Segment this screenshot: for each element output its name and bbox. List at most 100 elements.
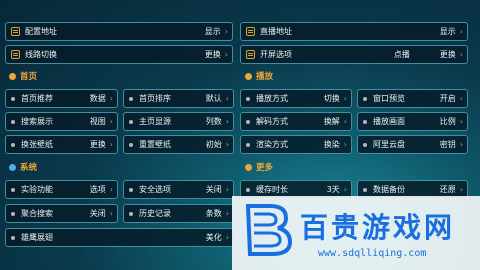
section-more: 更多	[245, 161, 273, 173]
chevron-right-icon: ›	[343, 185, 347, 194]
row-value: 显示	[439, 27, 456, 36]
chevron-right-icon: ›	[225, 209, 229, 218]
bullet-icon	[11, 235, 15, 240]
config-icon	[11, 27, 20, 36]
chevron-right-icon: ›	[109, 140, 113, 149]
item-value: 切换	[323, 94, 340, 103]
item-label: 聚合搜索	[21, 209, 53, 218]
play-mode-item[interactable]: 播放方式 切换 ›	[240, 89, 352, 108]
chevron-right-icon: ›	[109, 94, 113, 103]
bullet-icon	[11, 96, 15, 101]
item-value: 换染	[323, 140, 340, 149]
live-address-row[interactable]: 直播地址 显示 ›	[240, 22, 468, 41]
bullet-icon	[129, 142, 133, 147]
config-address-row[interactable]: 配置地址 显示 ›	[5, 22, 233, 41]
chevron-right-icon: ›	[109, 117, 113, 126]
row-value: 点播	[393, 50, 410, 59]
chevron-right-icon: ›	[225, 185, 229, 194]
chevron-right-icon: ›	[343, 140, 347, 149]
section-system: 系统	[9, 161, 37, 173]
chevron-right-icon: ›	[109, 185, 113, 194]
chevron-right-icon: ›	[225, 94, 229, 103]
item-value: 视图	[89, 117, 106, 126]
home-source-item[interactable]: 主页显源 列数 ›	[123, 112, 234, 131]
bullet-icon	[129, 211, 133, 216]
system-icon	[9, 163, 16, 171]
aggregate-search-item[interactable]: 聚合搜索 关闭 ›	[5, 204, 118, 223]
switch-icon	[11, 50, 20, 59]
bullet-icon	[11, 142, 15, 147]
section-play: 播放	[245, 70, 273, 82]
bullet-icon	[246, 187, 250, 192]
bullet-icon	[129, 119, 133, 124]
chevron-right-icon: ›	[224, 50, 228, 59]
section-title: 系统	[20, 163, 38, 173]
reset-wallpaper-item[interactable]: 重置壁纸 初始 ›	[123, 135, 234, 154]
item-label: 实验功能	[21, 185, 53, 194]
row-value: 显示	[204, 27, 221, 36]
watermark: 百贵游戏网 www.sdqlliqing.com	[232, 196, 480, 270]
item-label: 历史记录	[139, 209, 171, 218]
item-value: 更换	[89, 140, 106, 149]
chevron-right-icon: ›	[109, 209, 113, 218]
home-sort-item[interactable]: 首页排序 默认 ›	[123, 89, 234, 108]
chevron-right-icon: ›	[343, 94, 347, 103]
item-label: 雄鹰展翅	[21, 233, 53, 242]
row-value: 更换	[204, 50, 221, 59]
chevron-right-icon: ›	[459, 50, 463, 59]
eagle-theme-item[interactable]: 雄鹰展翅 美化 ›	[5, 228, 234, 247]
bullet-icon	[129, 187, 133, 192]
chevron-right-icon: ›	[459, 140, 463, 149]
row-label: 直播地址	[260, 27, 292, 36]
render-mode-item[interactable]: 渲染方式 换染 ›	[240, 135, 352, 154]
item-value: 默认	[205, 94, 222, 103]
item-label: 首页推荐	[21, 94, 53, 103]
home-icon	[9, 72, 16, 80]
more-icon	[245, 163, 252, 171]
item-label: 数据备份	[373, 185, 405, 194]
change-wallpaper-item[interactable]: 换张壁纸 更换 ›	[5, 135, 118, 154]
item-value: 数据	[89, 94, 106, 103]
chevron-right-icon: ›	[459, 94, 463, 103]
chevron-right-icon: ›	[459, 117, 463, 126]
item-label: 窗口预览	[373, 94, 405, 103]
item-label: 缓存时长	[256, 185, 288, 194]
security-option-item[interactable]: 安全选项 关闭 ›	[123, 180, 234, 199]
bullet-icon	[246, 142, 250, 147]
section-title: 播放	[256, 72, 274, 82]
decode-mode-item[interactable]: 解码方式 换解 ›	[240, 112, 352, 131]
bullet-icon	[11, 187, 15, 192]
item-label: 播放画面	[373, 117, 405, 126]
aliyun-drive-item[interactable]: 阿里云盘 密钥 ›	[357, 135, 468, 154]
item-label: 解码方式	[256, 117, 288, 126]
line-switch-row[interactable]: 线路切换 更换 ›	[5, 45, 233, 64]
splash-option-row[interactable]: 开屏选项 点播 更换 ›	[240, 45, 468, 64]
search-display-item[interactable]: 搜索展示 视图 ›	[5, 112, 118, 131]
item-label: 主页显源	[139, 117, 171, 126]
watermark-url: www.sdqlliqing.com	[318, 248, 427, 259]
experimental-item[interactable]: 实验功能 选项 ›	[5, 180, 118, 199]
watermark-logo-icon	[245, 204, 293, 256]
chevron-right-icon: ›	[225, 233, 229, 242]
chevron-right-icon: ›	[343, 117, 347, 126]
chevron-right-icon: ›	[225, 117, 229, 126]
bullet-icon	[246, 119, 250, 124]
item-value: 选项	[89, 185, 106, 194]
section-title: 更多	[256, 163, 274, 173]
home-recommend-item[interactable]: 首页推荐 数据 ›	[5, 89, 118, 108]
item-label: 重置壁纸	[139, 140, 171, 149]
item-value: 换解	[323, 117, 340, 126]
item-value: 密钥	[439, 140, 456, 149]
play-icon	[245, 72, 252, 80]
play-screen-item[interactable]: 播放画面 比例 ›	[357, 112, 468, 131]
chevron-right-icon: ›	[459, 185, 463, 194]
window-preview-item[interactable]: 窗口预览 开启 ›	[357, 89, 468, 108]
chevron-right-icon: ›	[225, 140, 229, 149]
item-value: 还原	[439, 185, 456, 194]
item-value: 关闭	[89, 209, 106, 218]
item-label: 搜索展示	[21, 117, 53, 126]
history-item[interactable]: 历史记录 条数 ›	[123, 204, 234, 223]
item-value: 初始	[205, 140, 222, 149]
item-value: 条数	[205, 209, 222, 218]
item-value: 美化	[205, 233, 222, 242]
